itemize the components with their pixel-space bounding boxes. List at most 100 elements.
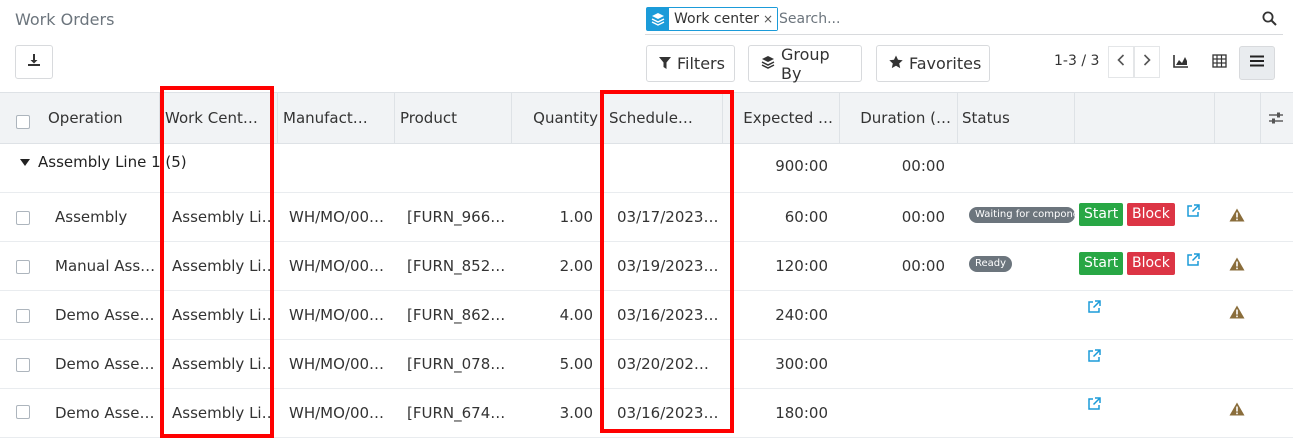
column-header-work-center[interactable]: Work Cent… — [160, 93, 278, 143]
cell-work-center: Assembly Li… — [172, 306, 270, 324]
cell-real-duration: 00:00 — [901, 257, 945, 275]
cell-expected-duration: 240:00 — [775, 306, 828, 324]
cell-quantity: 1.00 — [559, 208, 593, 226]
magnifier-icon[interactable] — [1262, 11, 1277, 30]
cell-work-center: Assembly Li… — [172, 404, 270, 422]
cell-expected-duration: 60:00 — [784, 208, 828, 226]
row-checkbox[interactable] — [16, 358, 30, 372]
cell-scheduled-date: 03/16/2023… — [617, 404, 717, 422]
cell-quantity: 2.00 — [559, 257, 593, 275]
group-label: Assembly Line 1 (5) — [38, 153, 187, 171]
column-header-manufacturing-order[interactable]: Manufact… — [278, 93, 395, 143]
cell-operation: Demo Asse… — [55, 306, 155, 324]
external-link-icon[interactable] — [1087, 349, 1101, 367]
cell-manufacturing-order: WH/MO/00… — [289, 208, 385, 226]
external-link-icon[interactable] — [1087, 397, 1101, 415]
pager-value[interactable]: 1-3 / 3 — [1054, 53, 1099, 69]
cell-manufacturing-order: WH/MO/00… — [289, 404, 385, 422]
facet-remove-button[interactable]: × — [762, 8, 778, 30]
start-button[interactable]: Start — [1079, 252, 1124, 275]
group-header[interactable]: Assembly Line 1 (5) — [20, 144, 187, 180]
cell-product: [FURN_852… — [407, 257, 506, 275]
favorites-button[interactable]: Favorites — [876, 45, 990, 82]
column-header-alert — [1215, 93, 1261, 143]
search-input[interactable] — [779, 7, 1229, 31]
row-checkbox[interactable] — [16, 309, 30, 323]
pivot-view-icon — [1211, 54, 1227, 72]
column-header-real-duration[interactable]: Duration (… — [840, 93, 958, 143]
cell-operation: Manual Ass… — [55, 257, 155, 275]
filters-button[interactable]: Filters — [646, 45, 735, 82]
column-header-scheduled-date[interactable]: Schedule… — [603, 93, 723, 143]
list-view-button[interactable] — [1239, 46, 1275, 80]
cell-work-center: Assembly Li… — [172, 355, 270, 373]
external-link-icon[interactable] — [1087, 300, 1101, 318]
cell-real-duration: 00:00 — [901, 208, 945, 226]
cell-manufacturing-order: WH/MO/00… — [289, 306, 385, 324]
table-header: Operation Work Cent… Manufact… Product Q… — [0, 92, 1293, 144]
cell-quantity: 3.00 — [559, 404, 593, 422]
cell-expected-duration: 300:00 — [775, 355, 828, 373]
column-header-expected-duration[interactable]: Expected … — [723, 93, 840, 143]
sliders-icon — [1268, 112, 1284, 129]
row-checkbox[interactable] — [16, 260, 30, 274]
table-row[interactable]: Assembly Assembly Li… WH/MO/00… [FURN_96… — [0, 193, 1293, 242]
pager-next-button[interactable] — [1134, 46, 1160, 78]
chevron-right-icon — [1143, 54, 1151, 70]
download-button[interactable] — [15, 45, 53, 79]
warning-icon — [1229, 402, 1245, 420]
star-icon — [889, 54, 903, 73]
group-duration-total: 00:00 — [901, 157, 945, 175]
layers-icon — [761, 54, 775, 73]
cell-quantity: 4.00 — [559, 306, 593, 324]
external-link-icon[interactable] — [1186, 253, 1200, 271]
status-badge: Waiting for components — [969, 207, 1075, 223]
cell-product: [FURN_862… — [407, 306, 506, 324]
pager-previous-button[interactable] — [1108, 46, 1134, 78]
cell-manufacturing-order: WH/MO/00… — [289, 355, 385, 373]
select-all-checkbox[interactable] — [16, 115, 30, 129]
group-by-button[interactable]: Group By — [748, 45, 862, 83]
list-view-icon — [1250, 55, 1264, 71]
warning-icon — [1229, 305, 1245, 323]
cell-product: [FURN_078… — [407, 355, 506, 373]
block-button[interactable]: Block — [1127, 203, 1175, 226]
group-row[interactable]: Assembly Line 1 (5) 900:00 00:00 — [0, 144, 1293, 193]
cell-operation: Assembly — [55, 208, 128, 226]
facet-value: Work center — [669, 8, 763, 30]
table-row[interactable]: Demo Asse… Assembly Li… WH/MO/00… [FURN_… — [0, 340, 1293, 389]
row-checkbox[interactable] — [16, 405, 30, 419]
table-row[interactable]: Demo Asse… Assembly Li… WH/MO/00… [FURN_… — [0, 291, 1293, 340]
funnel-icon — [659, 54, 671, 73]
table-row[interactable]: Manual Ass… Assembly Li… WH/MO/00… [FURN… — [0, 242, 1293, 291]
column-header-status[interactable]: Status — [958, 93, 1075, 143]
start-button[interactable]: Start — [1079, 203, 1124, 226]
cell-operation: Demo Asse… — [55, 355, 155, 373]
column-header-quantity[interactable]: Quantity — [512, 93, 603, 143]
layers-icon — [647, 8, 669, 30]
external-link-icon[interactable] — [1186, 204, 1200, 222]
warning-icon — [1229, 208, 1245, 226]
table-row[interactable]: Demo Asse… Assembly Li… WH/MO/00… [FURN_… — [0, 389, 1293, 438]
block-button[interactable]: Block — [1127, 252, 1175, 275]
cell-scheduled-date: 03/20/202… — [617, 355, 709, 373]
cell-scheduled-date: 03/17/2023… — [617, 208, 717, 226]
column-header-product[interactable]: Product — [395, 93, 512, 143]
column-header-actions — [1075, 93, 1215, 143]
row-checkbox[interactable] — [16, 211, 30, 225]
caret-down-icon — [20, 144, 30, 180]
graph-view-icon — [1173, 54, 1189, 72]
column-header-operation[interactable]: Operation — [43, 93, 160, 143]
optional-columns-toggle[interactable] — [1268, 111, 1284, 129]
search-facet[interactable]: Work center × — [646, 7, 779, 31]
download-icon — [27, 53, 41, 71]
cell-expected-duration: 120:00 — [775, 257, 828, 275]
graph-view-button[interactable] — [1163, 46, 1199, 80]
status-badge: Ready — [969, 256, 1013, 272]
pivot-view-button[interactable] — [1201, 46, 1237, 80]
cell-product: [FURN_966… — [407, 208, 506, 226]
cell-scheduled-date: 03/19/2023… — [617, 257, 717, 275]
favorites-label: Favorites — [909, 54, 982, 73]
filters-label: Filters — [677, 54, 725, 73]
cell-manufacturing-order: WH/MO/00… — [289, 257, 385, 275]
